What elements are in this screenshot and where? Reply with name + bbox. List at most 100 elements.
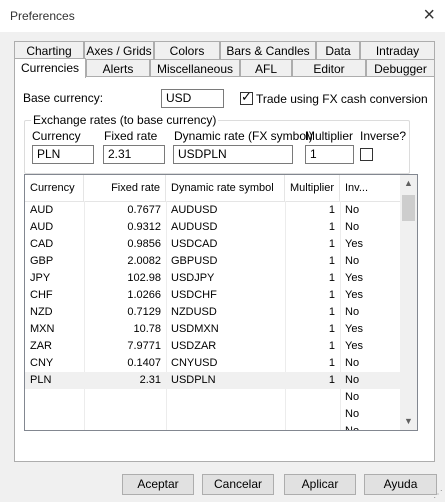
tab-debugger[interactable]: Debugger: [366, 59, 435, 77]
tab-miscellaneous[interactable]: Miscellaneous: [150, 59, 240, 77]
table-cell: 1.0266: [127, 289, 161, 301]
table-row[interactable]: NZD 0.7129 NZDUSD 1 No: [25, 304, 401, 321]
table-cell: 0.7677: [127, 204, 161, 216]
table-cell: Yes: [345, 340, 363, 352]
inverse-checkbox[interactable]: [360, 148, 373, 161]
accept-button[interactable]: Aceptar: [122, 474, 194, 495]
exchange-rates-group-label: Exchange rates (to base currency): [31, 113, 219, 127]
tab-data[interactable]: Data: [316, 41, 360, 59]
table-cell: 102.98: [127, 272, 161, 284]
table-cell: 0.9856: [127, 238, 161, 250]
scroll-up-icon[interactable]: ▲: [400, 175, 417, 192]
table-row[interactable]: CNY 0.1407 CNYUSD 1 No: [25, 355, 401, 372]
table-row[interactable]: No: [25, 406, 401, 423]
table-cell: No: [345, 204, 360, 216]
fixed-rate-label: Fixed rate: [104, 129, 158, 143]
table-cell: CAD: [30, 238, 54, 250]
table-row[interactable]: CHF 1.0266 USDCHF 1 Yes: [25, 287, 401, 304]
table-cell: [166, 406, 285, 423]
table-row[interactable]: PLN 2.31 USDPLN 1 No: [25, 372, 401, 389]
tab-axes-grids[interactable]: Axes / Grids: [84, 41, 154, 59]
multiplier-input[interactable]: 1: [305, 145, 354, 164]
currency-input[interactable]: PLN: [32, 145, 94, 164]
cancel-button[interactable]: Cancelar: [202, 474, 274, 495]
table-cell: JPY: [30, 272, 51, 284]
table-cell: [84, 389, 166, 406]
column-header-inverse[interactable]: Inv...: [340, 175, 401, 201]
column-header-dynamic-rate[interactable]: Dynamic rate symbol: [166, 175, 285, 201]
table-cell: Yes: [345, 238, 363, 250]
table-cell: 1: [328, 272, 335, 284]
table-cell: [285, 423, 340, 430]
table-cell: USDPLN: [171, 374, 216, 386]
scrollbar-thumb[interactable]: [402, 195, 415, 221]
table-row[interactable]: MXN 10.78 USDMXN 1 Yes: [25, 321, 401, 338]
table-cell: 0.9312: [127, 221, 161, 233]
table-cell: 1: [328, 221, 335, 233]
close-icon[interactable]: ×: [423, 4, 435, 26]
table-cell: No: [345, 221, 360, 233]
tab-editor[interactable]: Editor: [292, 59, 366, 77]
table-cell: [25, 406, 84, 423]
table-cell: PLN: [30, 374, 52, 386]
table-cell: NZDUSD: [171, 306, 217, 318]
column-header-fixed-rate[interactable]: Fixed rate: [84, 175, 166, 201]
tab-currencies[interactable]: Currencies: [14, 58, 86, 78]
tab-bars-candles[interactable]: Bars & Candles: [220, 41, 316, 59]
table-cell: No: [345, 357, 360, 369]
table-cell: [166, 389, 285, 406]
table-cell: No: [345, 306, 360, 318]
currency-table[interactable]: Currency Fixed rate Dynamic rate symbol …: [24, 174, 418, 431]
table-cell: USDMXN: [171, 323, 219, 335]
table-cell: 1: [328, 374, 335, 386]
trade-fx-checkbox[interactable]: [240, 89, 253, 105]
table-cell: 2.31: [139, 374, 161, 386]
tab-alerts[interactable]: Alerts: [86, 59, 150, 77]
table-cell: USDJPY: [171, 272, 215, 284]
table-cell: 0.1407: [127, 357, 161, 369]
table-cell: [166, 423, 285, 430]
table-cell: [84, 423, 166, 430]
tab-colors[interactable]: Colors: [154, 41, 220, 59]
tab-charting[interactable]: Charting: [14, 41, 84, 59]
vertical-scrollbar[interactable]: ▲ ▼: [400, 175, 417, 430]
resize-grip-icon[interactable]: ⋰: [433, 489, 443, 500]
multiplier-label: Multiplier: [305, 129, 354, 143]
table-cell: 1: [328, 255, 335, 267]
table-cell: GBPUSD: [171, 255, 218, 267]
base-currency-label: Base currency:: [23, 91, 104, 105]
table-row[interactable]: AUD 0.7677 AUDUSD 1 No: [25, 202, 401, 219]
dynamic-rate-label: Dynamic rate (FX symbol): [174, 129, 313, 143]
table-cell: AUDUSD: [171, 221, 218, 233]
window-title: Preferences: [10, 9, 75, 23]
table-cell: 1: [328, 323, 335, 335]
table-cell: No: [345, 255, 360, 267]
table-cell: 1: [328, 340, 335, 352]
table-row[interactable]: No: [25, 389, 401, 406]
tab-afl[interactable]: AFL: [240, 59, 292, 77]
table-row[interactable]: AUD 0.9312 AUDUSD 1 No: [25, 219, 401, 236]
tab-intraday[interactable]: Intraday: [360, 41, 435, 59]
table-row[interactable]: GBP 2.0082 GBPUSD 1 No: [25, 253, 401, 270]
column-header-multiplier[interactable]: Multiplier: [285, 175, 340, 201]
table-cell: AUD: [30, 221, 54, 233]
fixed-rate-input[interactable]: 2.31: [103, 145, 165, 164]
table-cell: [84, 406, 166, 423]
table-cell: AUD: [30, 204, 54, 216]
apply-button[interactable]: Aplicar: [284, 474, 356, 495]
base-currency-input[interactable]: USD: [161, 89, 224, 108]
table-cell: [285, 406, 340, 423]
table-cell: Yes: [345, 323, 363, 335]
table-row[interactable]: CAD 0.9856 USDCAD 1 Yes: [25, 236, 401, 253]
table-row[interactable]: ZAR 7.9771 USDZAR 1 Yes: [25, 338, 401, 355]
help-button[interactable]: Ayuda: [364, 474, 437, 495]
column-header-currency[interactable]: Currency: [25, 175, 84, 201]
dynamic-rate-input[interactable]: USDPLN: [173, 145, 293, 164]
table-cell: [25, 389, 84, 406]
scroll-down-icon[interactable]: ▼: [400, 413, 417, 430]
table-row[interactable]: JPY 102.98 USDJPY 1 Yes: [25, 270, 401, 287]
table-row[interactable]: No: [25, 423, 401, 430]
table-cell: Yes: [345, 289, 363, 301]
table-cell: 7.9771: [127, 340, 161, 352]
table-cell: 2.0082: [127, 255, 161, 267]
